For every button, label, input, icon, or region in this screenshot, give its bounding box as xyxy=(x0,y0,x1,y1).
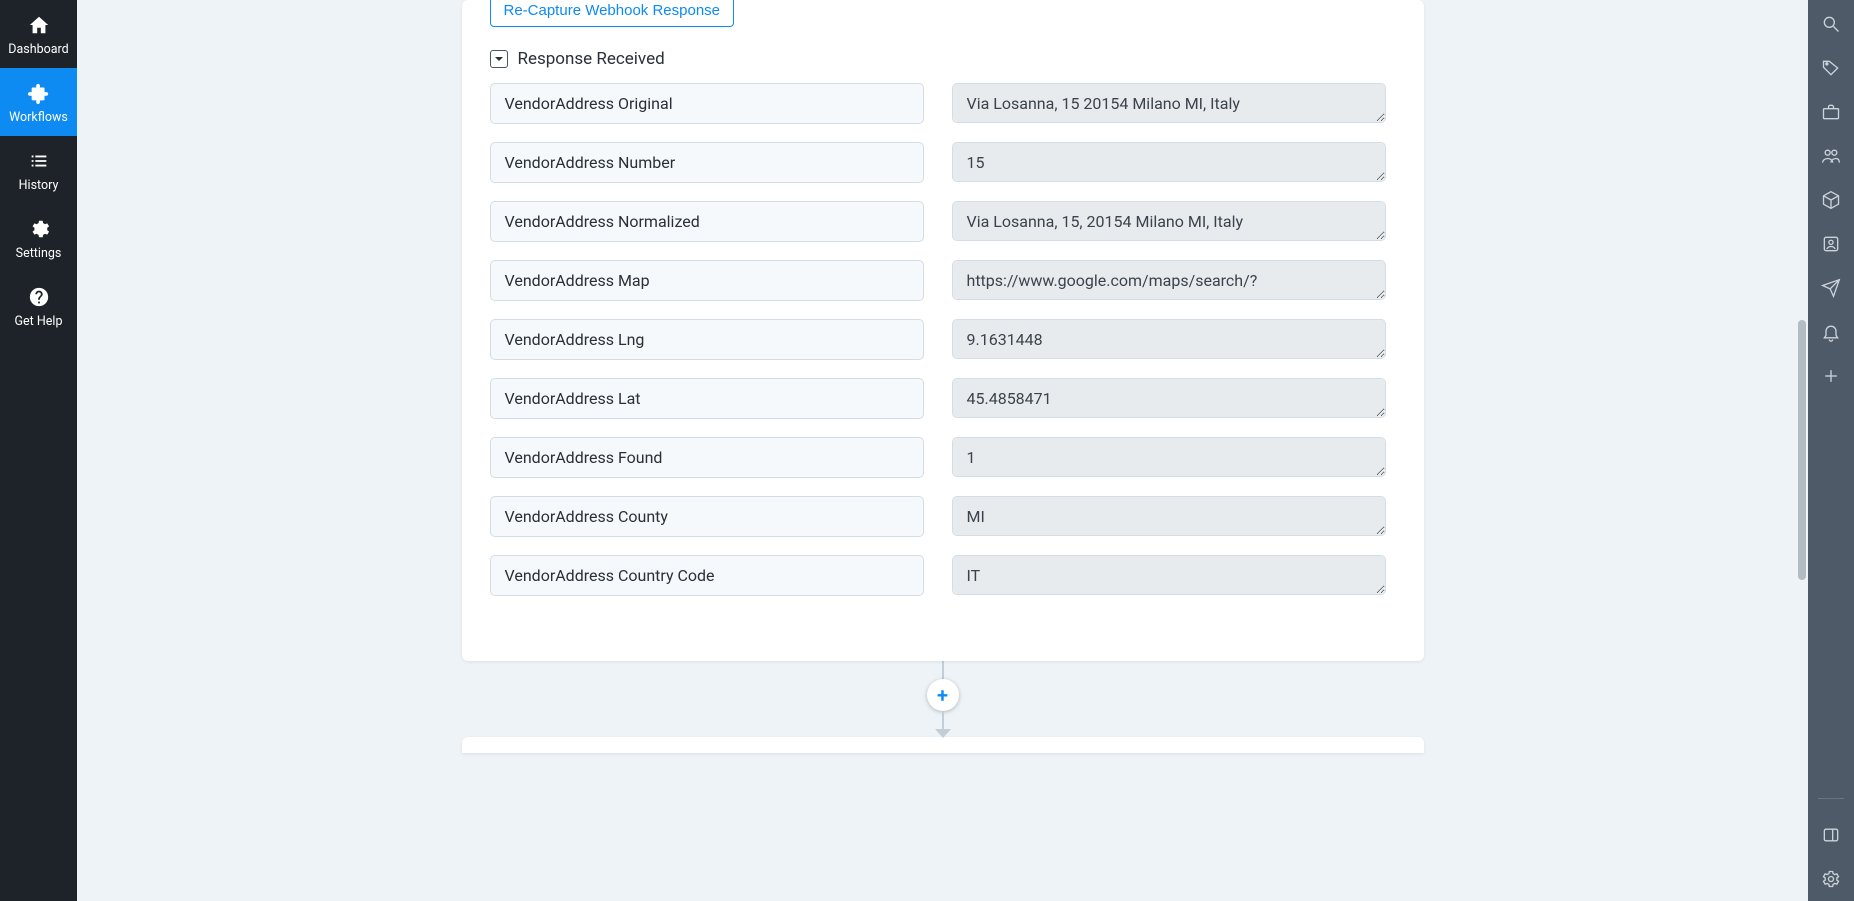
response-key: VendorAddress Found xyxy=(490,437,924,478)
chevron-down-icon xyxy=(494,54,504,64)
sidebar-label: Settings xyxy=(16,246,62,261)
panel-icon[interactable] xyxy=(1819,823,1843,847)
sidebar-label: Get Help xyxy=(15,314,63,329)
response-row: VendorAddress Normalized xyxy=(490,201,1386,242)
response-value[interactable] xyxy=(952,555,1386,595)
next-step-panel[interactable] xyxy=(462,737,1424,753)
response-row: VendorAddress Number xyxy=(490,142,1386,183)
puzzle-icon xyxy=(28,82,50,104)
contact-icon[interactable] xyxy=(1819,232,1843,256)
add-step-button[interactable]: + xyxy=(927,679,959,711)
response-value[interactable] xyxy=(952,201,1386,241)
sidebar-label: History xyxy=(19,178,59,193)
help-icon xyxy=(28,286,50,308)
home-icon xyxy=(28,14,50,36)
response-key: VendorAddress Number xyxy=(490,142,924,183)
arrow-down-icon xyxy=(935,729,951,738)
response-key: VendorAddress Lat xyxy=(490,378,924,419)
main-canvas: Re-Capture Webhook Response Response Rec… xyxy=(77,0,1808,901)
people-icon[interactable] xyxy=(1819,144,1843,168)
cube-icon[interactable] xyxy=(1819,188,1843,212)
response-row: VendorAddress Lng xyxy=(490,319,1386,360)
response-value[interactable] xyxy=(952,260,1386,300)
response-key: VendorAddress Normalized xyxy=(490,201,924,242)
sidebar-label: Dashboard xyxy=(8,42,68,57)
response-value[interactable] xyxy=(952,496,1386,536)
response-value[interactable] xyxy=(952,319,1386,359)
response-key: VendorAddress Lng xyxy=(490,319,924,360)
workflow-connector: + xyxy=(462,659,1424,738)
collapse-toggle[interactable] xyxy=(490,50,508,68)
response-key: VendorAddress Map xyxy=(490,260,924,301)
list-icon xyxy=(28,150,50,172)
sidebar-left: Dashboard Workflows History Settings Get… xyxy=(0,0,77,901)
response-key: VendorAddress Original xyxy=(490,83,924,124)
gear-icon[interactable] xyxy=(1819,867,1843,891)
response-row: VendorAddress Found xyxy=(490,437,1386,478)
briefcase-icon[interactable] xyxy=(1819,100,1843,124)
response-key: VendorAddress Country Code xyxy=(490,555,924,596)
sidebar-item-settings[interactable]: Settings xyxy=(0,204,77,272)
sidebar-right xyxy=(1808,0,1854,901)
webhook-panel: Re-Capture Webhook Response Response Rec… xyxy=(462,0,1424,661)
response-row: VendorAddress Lat xyxy=(490,378,1386,419)
response-value[interactable] xyxy=(952,83,1386,123)
sidebar-item-gethelp[interactable]: Get Help xyxy=(0,272,77,340)
recapture-button[interactable]: Re-Capture Webhook Response xyxy=(490,0,735,27)
bell-icon[interactable] xyxy=(1819,320,1843,344)
response-list[interactable]: VendorAddress Original VendorAddress Num… xyxy=(490,83,1396,613)
tag-icon[interactable] xyxy=(1819,56,1843,80)
send-icon[interactable] xyxy=(1819,276,1843,300)
sidebar-item-history[interactable]: History xyxy=(0,136,77,204)
response-row: VendorAddress Country Code xyxy=(490,555,1386,596)
response-value[interactable] xyxy=(952,378,1386,418)
plus-icon[interactable] xyxy=(1819,364,1843,388)
response-key: VendorAddress County xyxy=(490,496,924,537)
response-row: VendorAddress Map xyxy=(490,260,1386,301)
response-value[interactable] xyxy=(952,142,1386,182)
response-row: VendorAddress County xyxy=(490,496,1386,537)
search-icon[interactable] xyxy=(1819,12,1843,36)
section-title: Response Received xyxy=(518,49,665,69)
gear-icon xyxy=(28,218,50,240)
page-scrollbar-thumb[interactable] xyxy=(1798,320,1806,580)
sidebar-item-workflows[interactable]: Workflows xyxy=(0,68,77,136)
response-value[interactable] xyxy=(952,437,1386,477)
response-row: VendorAddress Original xyxy=(490,83,1386,124)
sidebar-item-dashboard[interactable]: Dashboard xyxy=(0,0,77,68)
sidebar-label: Workflows xyxy=(9,110,68,125)
